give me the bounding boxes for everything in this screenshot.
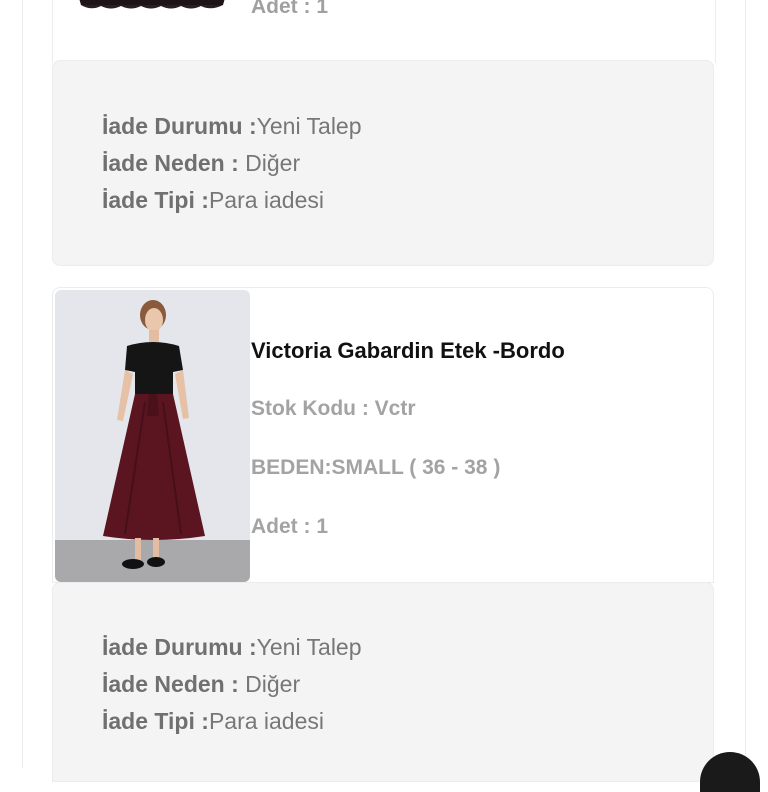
- return-status-value: Yeni Talep: [256, 113, 362, 139]
- return-type-label: İade Tipi :: [102, 187, 209, 213]
- return-type-row: İade Tipi :Para iadesi: [102, 187, 324, 214]
- return-reason-label: İade Neden :: [102, 671, 246, 697]
- product-quantity: Adet : 1: [251, 515, 329, 538]
- product-stock-code: Stok Kodu : Vctr: [251, 397, 416, 420]
- return-type-value: Para iadesi: [208, 708, 325, 734]
- product-image-previous: [75, 0, 229, 17]
- order-item-card[interactable]: Victoria Gabardin Etek -Bordo Stok Kodu …: [52, 287, 714, 583]
- return-status-row: İade Durumu :Yeni Talep: [102, 634, 362, 661]
- return-type-row: İade Tipi :Para iadesi: [102, 708, 324, 735]
- return-status-panel: İade Durumu :Yeni Talep İade Neden : Diğ…: [52, 582, 714, 782]
- return-reason-label: İade Neden :: [102, 150, 246, 176]
- return-status-panel: İade Durumu :Yeni Talep İade Neden : Diğ…: [52, 60, 714, 266]
- return-reason-value: Diğer: [245, 150, 301, 176]
- product-size: BEDEN:SMALL ( 36 - 38 ): [251, 456, 501, 479]
- return-reason-row: İade Neden : Diğer: [102, 671, 300, 698]
- return-type-label: İade Tipi :: [102, 708, 209, 734]
- product-image[interactable]: [55, 290, 250, 582]
- return-type-value: Para iadesi: [208, 187, 325, 213]
- item-quantity-previous: Adet : 1: [251, 0, 329, 18]
- return-status-row: İade Durumu :Yeni Talep: [102, 113, 362, 140]
- product-title[interactable]: Victoria Gabardin Etek -Bordo: [251, 338, 565, 364]
- return-status-label: İade Durumu :: [102, 113, 257, 139]
- return-status-label: İade Durumu :: [102, 634, 257, 660]
- return-status-value: Yeni Talep: [256, 634, 362, 660]
- order-item-card-previous[interactable]: Adet : 1: [52, 0, 716, 63]
- return-reason-value: Diğer: [245, 671, 301, 697]
- return-reason-row: İade Neden : Diğer: [102, 150, 300, 177]
